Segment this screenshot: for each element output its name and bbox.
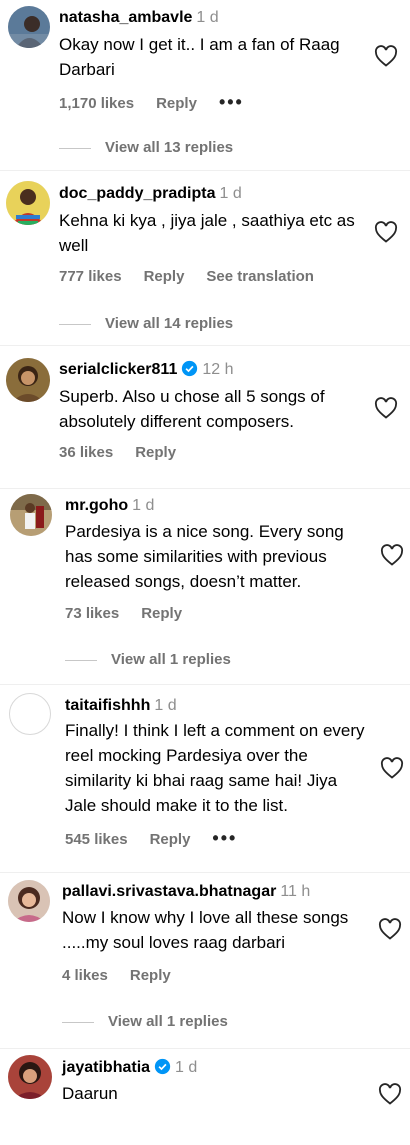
heart-outline-icon[interactable] bbox=[378, 918, 402, 940]
timestamp: 1 d bbox=[196, 9, 219, 26]
timestamp: 11 h bbox=[280, 883, 311, 900]
avatar[interactable] bbox=[6, 358, 50, 402]
replies-line bbox=[62, 1021, 94, 1023]
heart-outline-icon[interactable] bbox=[380, 544, 404, 566]
divider bbox=[0, 345, 410, 346]
username[interactable]: natasha_ambavle bbox=[59, 9, 192, 26]
view-replies-label: View all 14 replies bbox=[105, 315, 234, 332]
comment-text: Finally! I think I left a comment on eve… bbox=[65, 721, 365, 815]
likes-count[interactable]: 1,170 likes bbox=[59, 95, 134, 112]
reply-button[interactable]: Reply bbox=[141, 605, 182, 622]
timestamp: 1 d bbox=[175, 1059, 198, 1076]
see-translation-button[interactable]: See translation bbox=[206, 268, 314, 285]
timestamp: 1 d bbox=[132, 497, 155, 514]
verified-badge-icon bbox=[154, 1058, 171, 1075]
divider bbox=[0, 170, 410, 171]
timestamp: 1 d bbox=[219, 185, 242, 202]
username[interactable]: jayatibhatia bbox=[62, 1059, 150, 1076]
avatar[interactable] bbox=[8, 880, 50, 922]
replies-line bbox=[65, 659, 97, 661]
view-replies-button[interactable]: View all 1 replies bbox=[62, 1012, 228, 1032]
username[interactable]: serialclicker811 bbox=[59, 361, 177, 378]
heart-outline-icon[interactable] bbox=[374, 45, 398, 67]
view-replies-label: View all 13 replies bbox=[105, 139, 234, 156]
comment-text: Daarun bbox=[62, 1084, 118, 1103]
reply-button[interactable]: Reply bbox=[135, 444, 176, 461]
view-replies-button[interactable]: View all 14 replies bbox=[59, 314, 233, 334]
timestamp: 12 h bbox=[202, 361, 234, 378]
divider bbox=[0, 1048, 410, 1049]
reply-button[interactable]: Reply bbox=[156, 95, 197, 112]
view-replies-button[interactable]: View all 13 replies bbox=[59, 138, 233, 158]
username[interactable]: pallavi.srivastava.bhatnagar bbox=[62, 883, 276, 900]
divider bbox=[0, 684, 410, 685]
divider bbox=[0, 872, 410, 873]
heart-outline-icon[interactable] bbox=[374, 221, 398, 243]
avatar[interactable] bbox=[10, 494, 52, 536]
view-replies-label: View all 1 replies bbox=[111, 651, 231, 668]
likes-count[interactable]: 777 likes bbox=[59, 268, 122, 285]
replies-line bbox=[59, 323, 91, 325]
reply-button[interactable]: Reply bbox=[144, 268, 185, 285]
username[interactable]: doc_paddy_pradipta bbox=[59, 185, 215, 202]
reply-button[interactable]: Reply bbox=[130, 967, 171, 984]
replies-line bbox=[59, 147, 91, 149]
comment-text: Kehna ki kya , jiya jale , saathiya etc … bbox=[59, 211, 355, 255]
avatar[interactable] bbox=[9, 693, 51, 735]
likes-count[interactable]: 73 likes bbox=[65, 605, 119, 622]
comment-text: Okay now I get it.. I am a fan of Raag D… bbox=[59, 35, 340, 79]
reply-button[interactable]: Reply bbox=[150, 831, 191, 848]
verified-badge-icon bbox=[182, 360, 198, 377]
heart-outline-icon[interactable] bbox=[380, 757, 404, 779]
more-options-icon[interactable]: ••• bbox=[212, 828, 237, 848]
avatar[interactable] bbox=[8, 1055, 52, 1099]
avatar[interactable] bbox=[6, 181, 50, 225]
comment-text: Now I know why I love all these songs ..… bbox=[62, 908, 349, 952]
timestamp: 1 d bbox=[154, 697, 177, 714]
heart-outline-icon[interactable] bbox=[378, 1083, 402, 1105]
heart-outline-icon[interactable] bbox=[374, 397, 398, 419]
avatar[interactable] bbox=[8, 6, 50, 48]
likes-count[interactable]: 36 likes bbox=[59, 444, 113, 461]
comment-text: Superb. Also u chose all 5 songs of abso… bbox=[59, 387, 325, 431]
divider bbox=[0, 488, 410, 489]
likes-count[interactable]: 545 likes bbox=[65, 831, 128, 848]
view-replies-label: View all 1 replies bbox=[108, 1013, 228, 1030]
username[interactable]: mr.goho bbox=[65, 497, 128, 514]
likes-count[interactable]: 4 likes bbox=[62, 967, 108, 984]
username[interactable]: taitaifishhh bbox=[65, 697, 150, 714]
more-options-icon[interactable]: ••• bbox=[219, 92, 244, 112]
view-replies-button[interactable]: View all 1 replies bbox=[65, 650, 231, 670]
comments-screen: { "comments": [ {"username": "natasha_am… bbox=[0, 0, 410, 1145]
comment-text: Pardesiya is a nice song. Every song has… bbox=[65, 522, 344, 591]
